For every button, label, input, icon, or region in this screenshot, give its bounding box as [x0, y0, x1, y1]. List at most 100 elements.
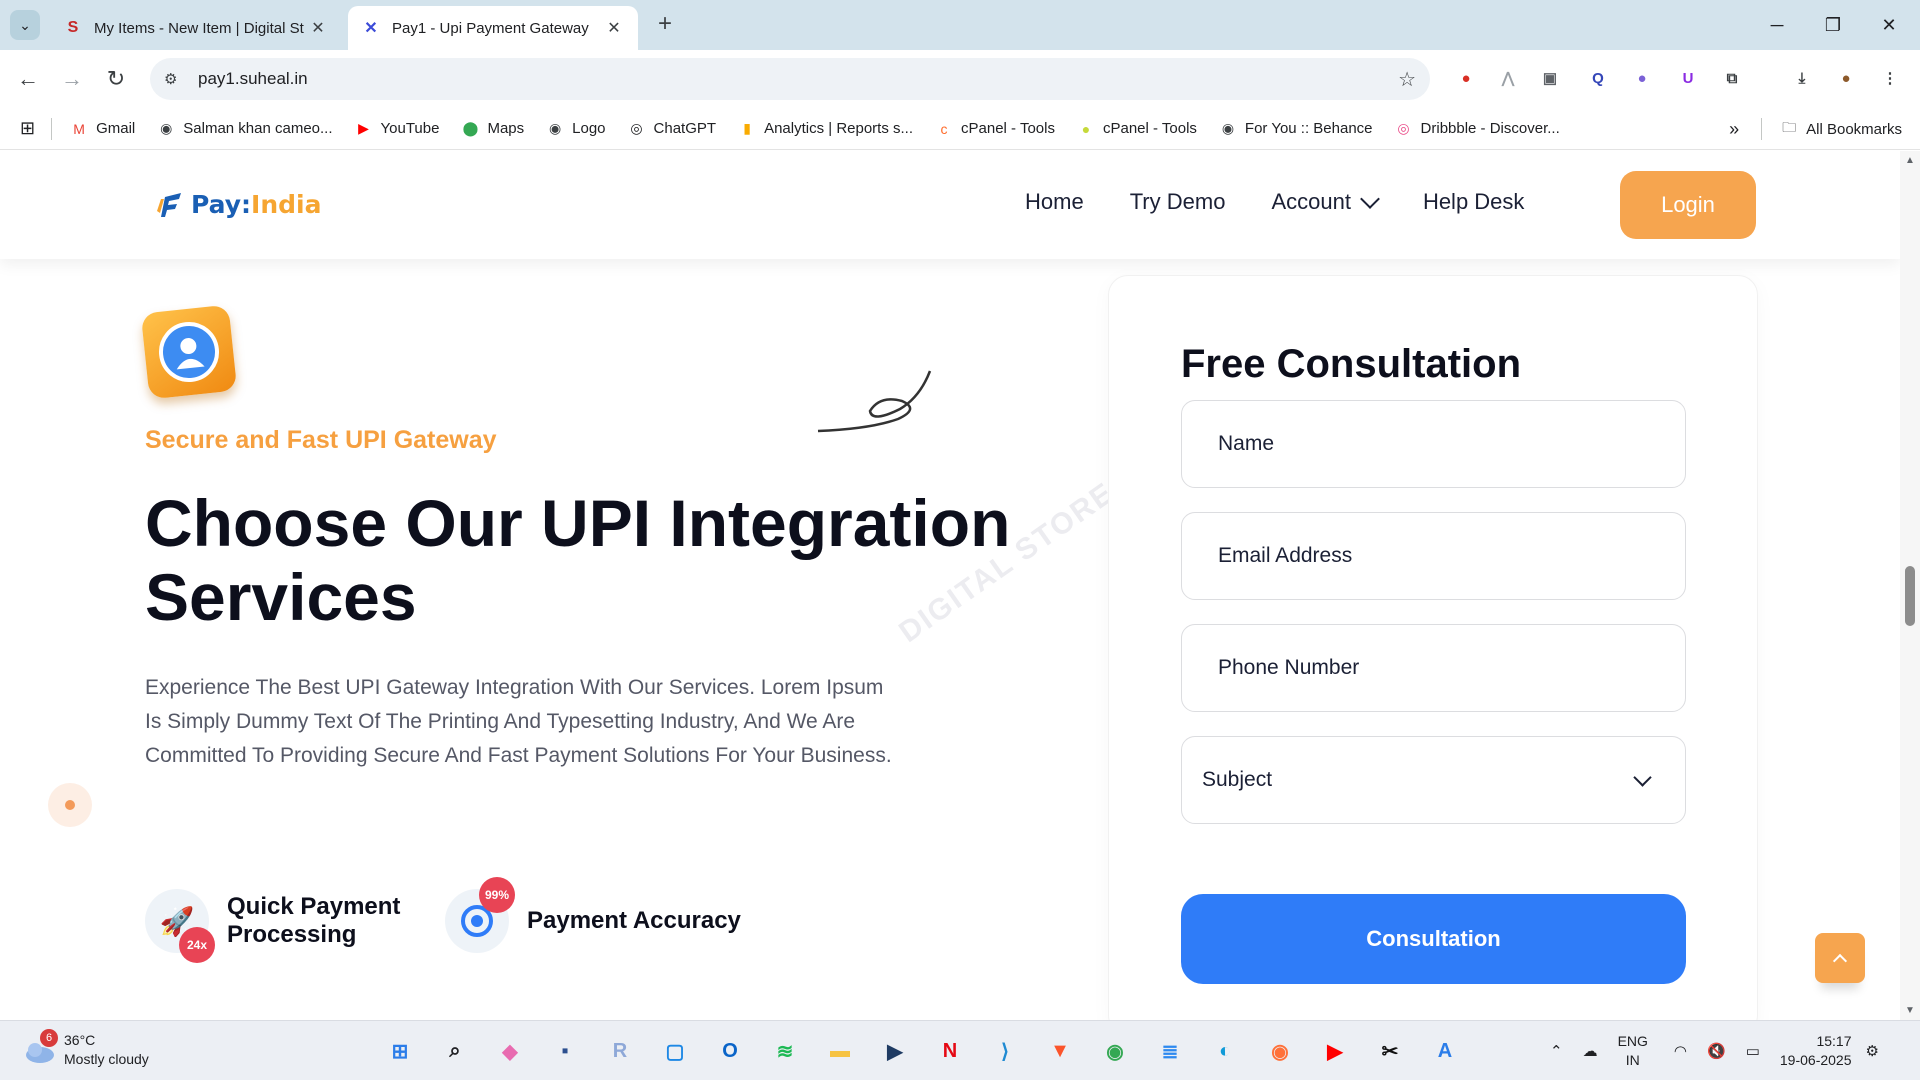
- scrollbar-thumb[interactable]: [1905, 566, 1915, 626]
- outlook-icon[interactable]: O: [710, 1031, 750, 1071]
- language-indicator[interactable]: ENG IN: [1618, 1032, 1648, 1070]
- kebab-menu-icon[interactable]: ⋮: [1876, 65, 1904, 93]
- subject-select[interactable]: Subject: [1181, 736, 1686, 824]
- search-icon[interactable]: ⌕: [435, 1031, 475, 1071]
- onedrive-icon[interactable]: ☁: [1583, 1042, 1598, 1060]
- capcut-icon[interactable]: ✂: [1370, 1031, 1410, 1071]
- bookmarks-bar: ⊞ M Gmail ◉ Salman khan cameo... ▶ YouTube ⬤ Ma…: [0, 108, 1920, 150]
- page-scrollbar[interactable]: ▲ ▼: [1900, 151, 1920, 1020]
- forward-arrow-icon[interactable]: →: [56, 63, 88, 95]
- tab-pay1[interactable]: ✕ Pay1 - Upi Payment Gateway ✕: [348, 6, 638, 50]
- name-field[interactable]: Name: [1181, 400, 1686, 488]
- minimize-icon[interactable]: ─: [1754, 8, 1800, 42]
- scroll-down-arrow-icon[interactable]: ▼: [1904, 1005, 1916, 1016]
- search-box-icon[interactable]: Q: [1584, 65, 1612, 93]
- tab-my-items[interactable]: S My Items - New Item | Digital St ✕: [50, 6, 342, 50]
- download-icon[interactable]: ⤓: [1788, 65, 1816, 93]
- battery-icon[interactable]: ▭: [1746, 1042, 1760, 1060]
- spotify-icon[interactable]: ≋: [765, 1031, 805, 1071]
- new-tab-button[interactable]: +: [650, 10, 680, 40]
- network-app-icon[interactable]: ▪: [545, 1031, 585, 1071]
- profile-icon[interactable]: ●: [1832, 65, 1860, 93]
- clock-time: 15:17: [1816, 1033, 1852, 1049]
- window-icon[interactable]: ▣: [1536, 65, 1564, 93]
- wifi-icon[interactable]: ◠: [1674, 1042, 1687, 1060]
- stop-sign-icon[interactable]: ●: [1452, 65, 1480, 93]
- tab-title: My Items - New Item | Digital St: [94, 19, 304, 37]
- url-text[interactable]: pay1.suheal.in: [198, 69, 1398, 89]
- copilot-icon[interactable]: ◆: [490, 1031, 530, 1071]
- edge-icon[interactable]: ◐: [1205, 1031, 1245, 1071]
- bookmark-item[interactable]: c cPanel - Tools: [935, 120, 1055, 138]
- bookmark-favicon-icon: ◎: [630, 120, 643, 136]
- windows-start-icon[interactable]: ⊞: [380, 1031, 420, 1071]
- close-icon[interactable]: ✕: [604, 18, 624, 38]
- back-arrow-icon[interactable]: ←: [12, 63, 44, 95]
- bookmark-item[interactable]: ◉ Logo: [546, 120, 605, 138]
- nav-home[interactable]: Home: [1025, 189, 1084, 215]
- address-bar[interactable]: ⚙ pay1.suheal.in ☆: [150, 58, 1430, 100]
- bookmark-label: Analytics | Reports s...: [764, 120, 914, 137]
- notification-icon[interactable]: ⚙: [1866, 1042, 1879, 1060]
- site-logo[interactable]: Pay: India: [155, 189, 321, 219]
- brave-icon[interactable]: ▼: [1040, 1031, 1080, 1071]
- tab-search-button[interactable]: ⌄: [10, 10, 40, 40]
- weather-widget[interactable]: 6 36°C Mostly cloudy: [22, 1029, 149, 1069]
- netflix-icon[interactable]: N: [930, 1031, 970, 1071]
- bookmark-item[interactable]: ◉ Salman khan cameo...: [157, 120, 332, 138]
- reload-icon[interactable]: ↻: [100, 63, 132, 95]
- bookmark-item[interactable]: ▮ Analytics | Reports s...: [738, 120, 913, 138]
- scroll-up-arrow-icon[interactable]: ▲: [1904, 155, 1916, 166]
- phone-field[interactable]: Phone Number: [1181, 624, 1686, 712]
- shield-icon[interactable]: U: [1674, 65, 1702, 93]
- close-icon[interactable]: ✕: [308, 18, 328, 38]
- speaker-muted-icon[interactable]: 🔇: [1707, 1042, 1726, 1060]
- bookmark-favicon-icon: M: [73, 120, 85, 137]
- vscode-icon[interactable]: ⟩: [985, 1031, 1025, 1071]
- target-icon: 99%: [445, 877, 515, 953]
- file-explorer-icon[interactable]: ▬: [820, 1031, 860, 1071]
- font-app-icon[interactable]: A: [1425, 1031, 1465, 1071]
- puzzle-icon[interactable]: ⧉: [1718, 65, 1746, 93]
- tray-overflow-icon[interactable]: ⌃: [1550, 1042, 1563, 1060]
- youtube-app-icon[interactable]: ▶: [1315, 1031, 1355, 1071]
- all-bookmarks-button[interactable]: 🗀 All Bookmarks: [1780, 119, 1902, 138]
- feature-label: Payment Accuracy: [527, 907, 741, 934]
- apps-grid-icon[interactable]: ⊞: [20, 118, 35, 139]
- window-close-icon[interactable]: ✕: [1866, 8, 1912, 42]
- scroll-to-top-button[interactable]: [1815, 933, 1865, 983]
- arrow-icon[interactable]: ⋀: [1494, 65, 1522, 93]
- prime-video-icon[interactable]: ▶: [875, 1031, 915, 1071]
- bookmark-item[interactable]: ◎ Dribbble - Discover...: [1395, 120, 1559, 138]
- chrome-icon[interactable]: ◉: [1095, 1031, 1135, 1071]
- nav-account[interactable]: Account: [1271, 189, 1380, 215]
- login-button[interactable]: Login: [1620, 171, 1756, 239]
- email-field[interactable]: Email Address: [1181, 512, 1686, 600]
- nav-try-demo[interactable]: Try Demo: [1130, 189, 1226, 215]
- subject-selected-value: Subject: [1202, 768, 1273, 791]
- site-settings-icon[interactable]: ⚙: [164, 70, 188, 88]
- notepad-icon[interactable]: ≣: [1150, 1031, 1190, 1071]
- bookmark-favicon-icon: ◉: [549, 120, 562, 136]
- bookmark-favicon-icon: ◉: [1221, 120, 1235, 136]
- mascot-icon[interactable]: ●: [1628, 65, 1656, 93]
- bookmark-star-icon[interactable]: ☆: [1398, 67, 1416, 92]
- bookmark-item[interactable]: ◎ ChatGPT: [628, 120, 716, 138]
- snip-tool-icon[interactable]: ▢: [655, 1031, 695, 1071]
- bookmark-item[interactable]: M Gmail: [70, 120, 135, 138]
- bookmark-item[interactable]: ◉ For You :: Behance: [1219, 120, 1373, 138]
- clock[interactable]: 15:17 19-06-2025: [1780, 1032, 1852, 1070]
- nav-help-desk[interactable]: Help Desk: [1423, 189, 1524, 215]
- restore-icon[interactable]: ❐: [1810, 8, 1856, 42]
- tab-strip: ⌄ S My Items - New Item | Digital St ✕ ✕…: [0, 0, 1920, 50]
- folder-icon: 🗀: [1782, 119, 1797, 135]
- r-app-icon[interactable]: R: [600, 1031, 640, 1071]
- bookmark-item[interactable]: ▶ YouTube: [355, 120, 439, 138]
- bookmark-label: For You :: Behance: [1244, 120, 1373, 137]
- consultation-button[interactable]: Consultation: [1181, 894, 1686, 984]
- more-bookmarks-button[interactable]: »: [1729, 119, 1739, 140]
- logo-pay-text: Pay:: [191, 189, 252, 219]
- bookmark-item[interactable]: ● cPanel - Tools: [1077, 120, 1197, 138]
- firefox-icon[interactable]: ◉: [1260, 1031, 1300, 1071]
- bookmark-item[interactable]: ⬤ Maps: [461, 120, 525, 138]
